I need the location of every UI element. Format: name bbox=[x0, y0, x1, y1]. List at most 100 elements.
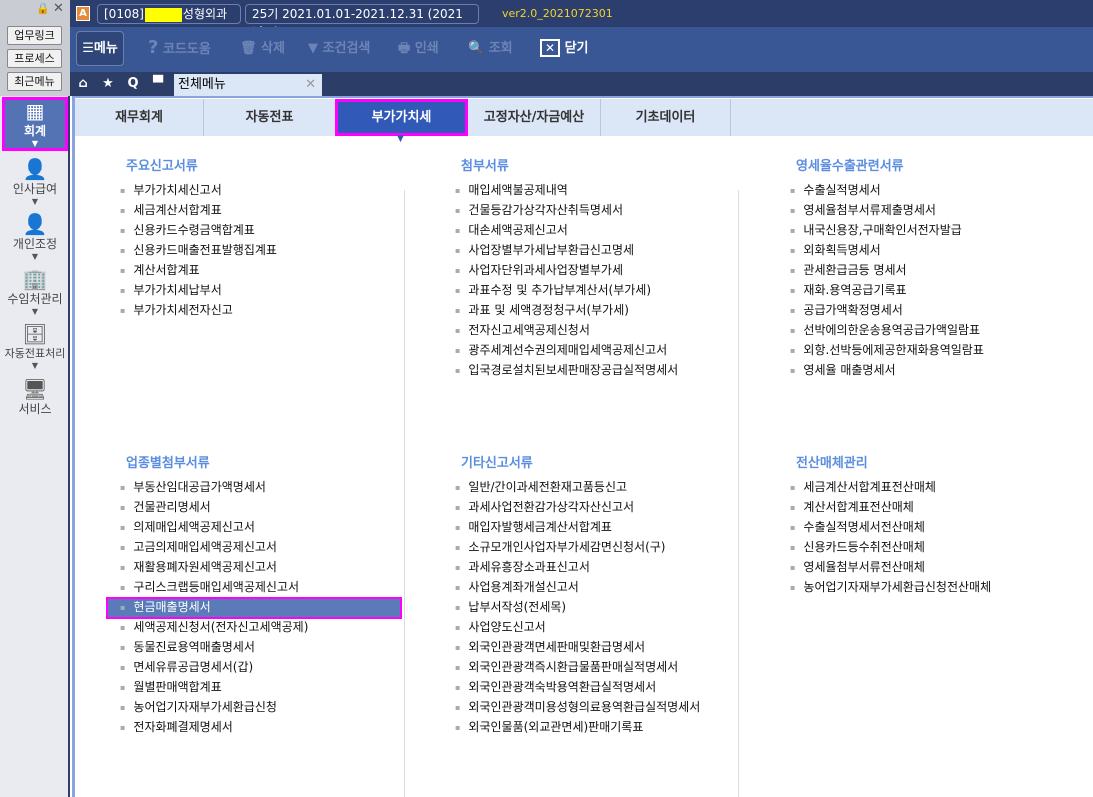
menu-item[interactable]: 수출실적명세서 bbox=[790, 180, 880, 200]
company-selector[interactable]: [0108] 성형외과 bbox=[97, 4, 241, 24]
menu-item[interactable]: 세액공제신청서(전자신고세액공제) bbox=[120, 617, 308, 637]
work-link-button[interactable]: 업무링크 bbox=[7, 26, 62, 45]
menu-item[interactable]: 전자화폐결제명세서 bbox=[120, 717, 232, 737]
menu-item[interactable]: 공급가액확정명세서 bbox=[790, 300, 902, 320]
tab-fixed-assets[interactable]: 고정자산/자금예산 bbox=[468, 99, 601, 136]
payroll-icon: 👤 bbox=[22, 157, 48, 181]
menu-item[interactable]: 재활용폐자원세액공제신고서 bbox=[120, 557, 277, 577]
sidebar-item-clients[interactable]: 🏢 수임처관리 ▼ bbox=[2, 268, 68, 317]
sidebar-item-auto-voucher[interactable]: 🗄 자동전표처리 ▼ bbox=[2, 323, 68, 371]
monitor-icon: 🖥 bbox=[22, 377, 48, 401]
menu-item[interactable]: 수출실적명세서전산매체 bbox=[790, 517, 924, 537]
menu-item[interactable]: 구리스크랩등매입세액공제신고서 bbox=[120, 577, 299, 597]
tab-base-data[interactable]: 기초데이터 bbox=[601, 99, 731, 136]
menu-item[interactable]: 외국인관광객즉시환급물품판매실적명세서 bbox=[455, 657, 678, 677]
search-button[interactable]: 🔍 조회 bbox=[468, 37, 513, 56]
menu-item[interactable]: 계산서합계표 bbox=[120, 260, 199, 280]
sidebar-item-payroll[interactable]: 👤 인사급여 ▼ bbox=[2, 158, 68, 207]
tab-auto-voucher[interactable]: 자동전표 bbox=[204, 99, 336, 136]
recent-menu-button[interactable]: 최근메뉴 bbox=[7, 72, 62, 91]
sidebar-label: 수임처관리 bbox=[7, 292, 63, 306]
tab-financial-accounting[interactable]: 재무회계 bbox=[75, 99, 204, 136]
menu-item[interactable]: 전자신고세액공제신청서 bbox=[455, 320, 589, 340]
code-help-button[interactable]: ? 코드도움 bbox=[148, 37, 211, 58]
menu-item[interactable]: 의제매입세액공제신고서 bbox=[120, 517, 254, 537]
menu-item[interactable]: 소규모개인사업자부가세감면신청서(구) bbox=[455, 537, 665, 557]
close-button[interactable]: ✕ 닫기 bbox=[540, 37, 589, 57]
menu-item[interactable]: 외국인관광객숙박용역환급실적명세서 bbox=[455, 677, 656, 697]
filter-search-button[interactable]: ▼ 조건검색 bbox=[308, 37, 370, 56]
menu-item[interactable]: 외화획득명세서 bbox=[790, 240, 880, 260]
menu-item[interactable]: 매입세액불공제내역 bbox=[455, 180, 567, 200]
delete-button[interactable]: 🗑 삭제 bbox=[240, 37, 285, 56]
tab-all-menu[interactable]: 전체메뉴 ✕ bbox=[174, 74, 322, 96]
sidebar-item-service[interactable]: 🖥 서비스 bbox=[2, 378, 68, 417]
menu-button[interactable]: ☰메뉴 bbox=[76, 31, 124, 66]
print-button[interactable]: 🖶 인쇄 bbox=[398, 37, 439, 61]
menu-item[interactable]: 건물관리명세서 bbox=[120, 497, 210, 517]
menu-item[interactable]: 과표수정 및 추가납부계산서(부가세) bbox=[455, 280, 651, 300]
menu-item[interactable]: 농어업기자재부가세환급신청전산매체 bbox=[790, 577, 991, 597]
calendar-icon[interactable]: ▀ bbox=[147, 74, 169, 94]
menu-item[interactable]: 내국신용장,구매확인서전자발급 bbox=[790, 220, 961, 240]
menu-item[interactable]: 고금의제매입세액공제신고서 bbox=[120, 537, 277, 557]
menu-item[interactable]: 부가가치세전자신고 bbox=[120, 300, 232, 320]
menu-item[interactable]: 부가가치세신고서 bbox=[120, 180, 221, 200]
menu-item[interactable]: 사업양도신고서 bbox=[455, 617, 545, 637]
menu-item[interactable]: 사업자단위과세사업장별부가세 bbox=[455, 260, 623, 280]
fiscal-period-selector[interactable]: 25기 2021.01.01-2021.12.31 (2021년도) bbox=[245, 4, 479, 39]
menu-item[interactable]: 월별판매액합계표 bbox=[120, 677, 221, 697]
menu-item[interactable]: 신용카드매출전표발행집계표 bbox=[120, 240, 277, 260]
redacted-block bbox=[144, 7, 182, 22]
menu-item[interactable]: 세금계산서합계표전산매체 bbox=[790, 477, 935, 497]
menu-item[interactable]: 광주세계선수권의제매입세액공제신고서 bbox=[455, 340, 667, 360]
menu-item[interactable]: 부가가치세납부서 bbox=[120, 280, 221, 300]
sidebar-label: 서비스 bbox=[18, 402, 52, 416]
menu-item[interactable]: 세금계산서합계표 bbox=[120, 200, 221, 220]
delete-label: 삭제 bbox=[261, 41, 285, 56]
menu-item[interactable]: 매입자발행세금계산서합계표 bbox=[455, 517, 612, 537]
menu-item[interactable]: 영세율첨부서류전산매체 bbox=[790, 557, 924, 577]
menu-item[interactable]: 입국경로설치된보세판매장공급실적명세서 bbox=[455, 360, 678, 380]
menu-item[interactable]: 동물진료용역매출명세서 bbox=[120, 637, 254, 657]
menu-item[interactable]: 영세율 매출명세서 bbox=[790, 360, 895, 380]
menu-item[interactable]: 재화.용역공급기록표 bbox=[790, 280, 906, 300]
menu-item-selected[interactable]: 현금매출명세서 bbox=[120, 597, 210, 617]
database-icon: 🗄 bbox=[22, 322, 48, 346]
menu-item[interactable]: 선박에의한운송용역공급가액일람표 bbox=[790, 320, 980, 340]
home-icon[interactable]: ⌂ bbox=[72, 74, 94, 94]
tab-close-icon[interactable]: ✕ bbox=[305, 74, 316, 96]
calculator-icon: ▦ bbox=[25, 99, 45, 123]
menu-item[interactable]: 외국인관광객미용성형의료용역환급실적명세서 bbox=[455, 697, 700, 717]
menu-item[interactable]: 납부서작성(전세목) bbox=[455, 597, 566, 617]
menu-item[interactable]: 외국인관광객면세판매및환급명세서 bbox=[455, 637, 645, 657]
menu-item[interactable]: 영세율첨부서류제출명세서 bbox=[790, 200, 935, 220]
menu-item[interactable]: 과표 및 세액경정청구서(부가세) bbox=[455, 300, 629, 320]
menu-item[interactable]: 부동산임대공급가액명세서 bbox=[120, 477, 265, 497]
menu-item[interactable]: 외국인물품(외교관면세)판매기록표 bbox=[455, 717, 643, 737]
sidebar-item-accounting[interactable]: ▦ 회계 ▼ bbox=[2, 97, 68, 151]
menu-item[interactable]: 사업장별부가세납부환급신고명세 bbox=[455, 240, 634, 260]
lock-icon[interactable]: 🔒 bbox=[36, 2, 50, 15]
menu-item[interactable]: 면세유류공급명세서(갑) bbox=[120, 657, 253, 677]
menu-item[interactable]: 농어업기자재부가세환급신청 bbox=[120, 697, 277, 717]
menu-item[interactable]: 대손세액공제신고서 bbox=[455, 220, 567, 240]
menu-item[interactable]: 과세사업전환감가상각자산신고서 bbox=[455, 497, 634, 517]
menu-item[interactable]: 신용카드수령금액합계표 bbox=[120, 220, 254, 240]
menu-item[interactable]: 신용카드등수취전산매체 bbox=[790, 537, 924, 557]
sidebar-item-personal[interactable]: 👤 개인조정 ▼ bbox=[2, 213, 68, 262]
client-building-icon: 🏢 bbox=[22, 267, 48, 291]
menu-item[interactable]: 과세유흥장소과표신고서 bbox=[455, 557, 589, 577]
menu-item[interactable]: 관세환급금등 명세서 bbox=[790, 260, 906, 280]
menu-item[interactable]: 일반/간이과세전환재고품등신고 bbox=[455, 477, 627, 497]
quick-search-icon[interactable]: Q bbox=[122, 74, 144, 94]
star-icon[interactable]: ★ bbox=[97, 74, 119, 94]
menu-item[interactable]: 계산서합계표전산매체 bbox=[790, 497, 913, 517]
menu-item[interactable]: 건물등감가상각자산취득명세서 bbox=[455, 200, 623, 220]
menu-item[interactable]: 사업용계좌개설신고서 bbox=[455, 577, 578, 597]
tab-label: 전체메뉴 bbox=[178, 77, 226, 92]
process-button[interactable]: 프로세스 bbox=[7, 49, 62, 68]
close-icon[interactable]: ✕ bbox=[53, 1, 64, 16]
menu-item[interactable]: 외항.선박등에제공한재화용역일람표 bbox=[790, 340, 983, 360]
tab-vat[interactable]: 부가가치세 bbox=[335, 99, 468, 136]
